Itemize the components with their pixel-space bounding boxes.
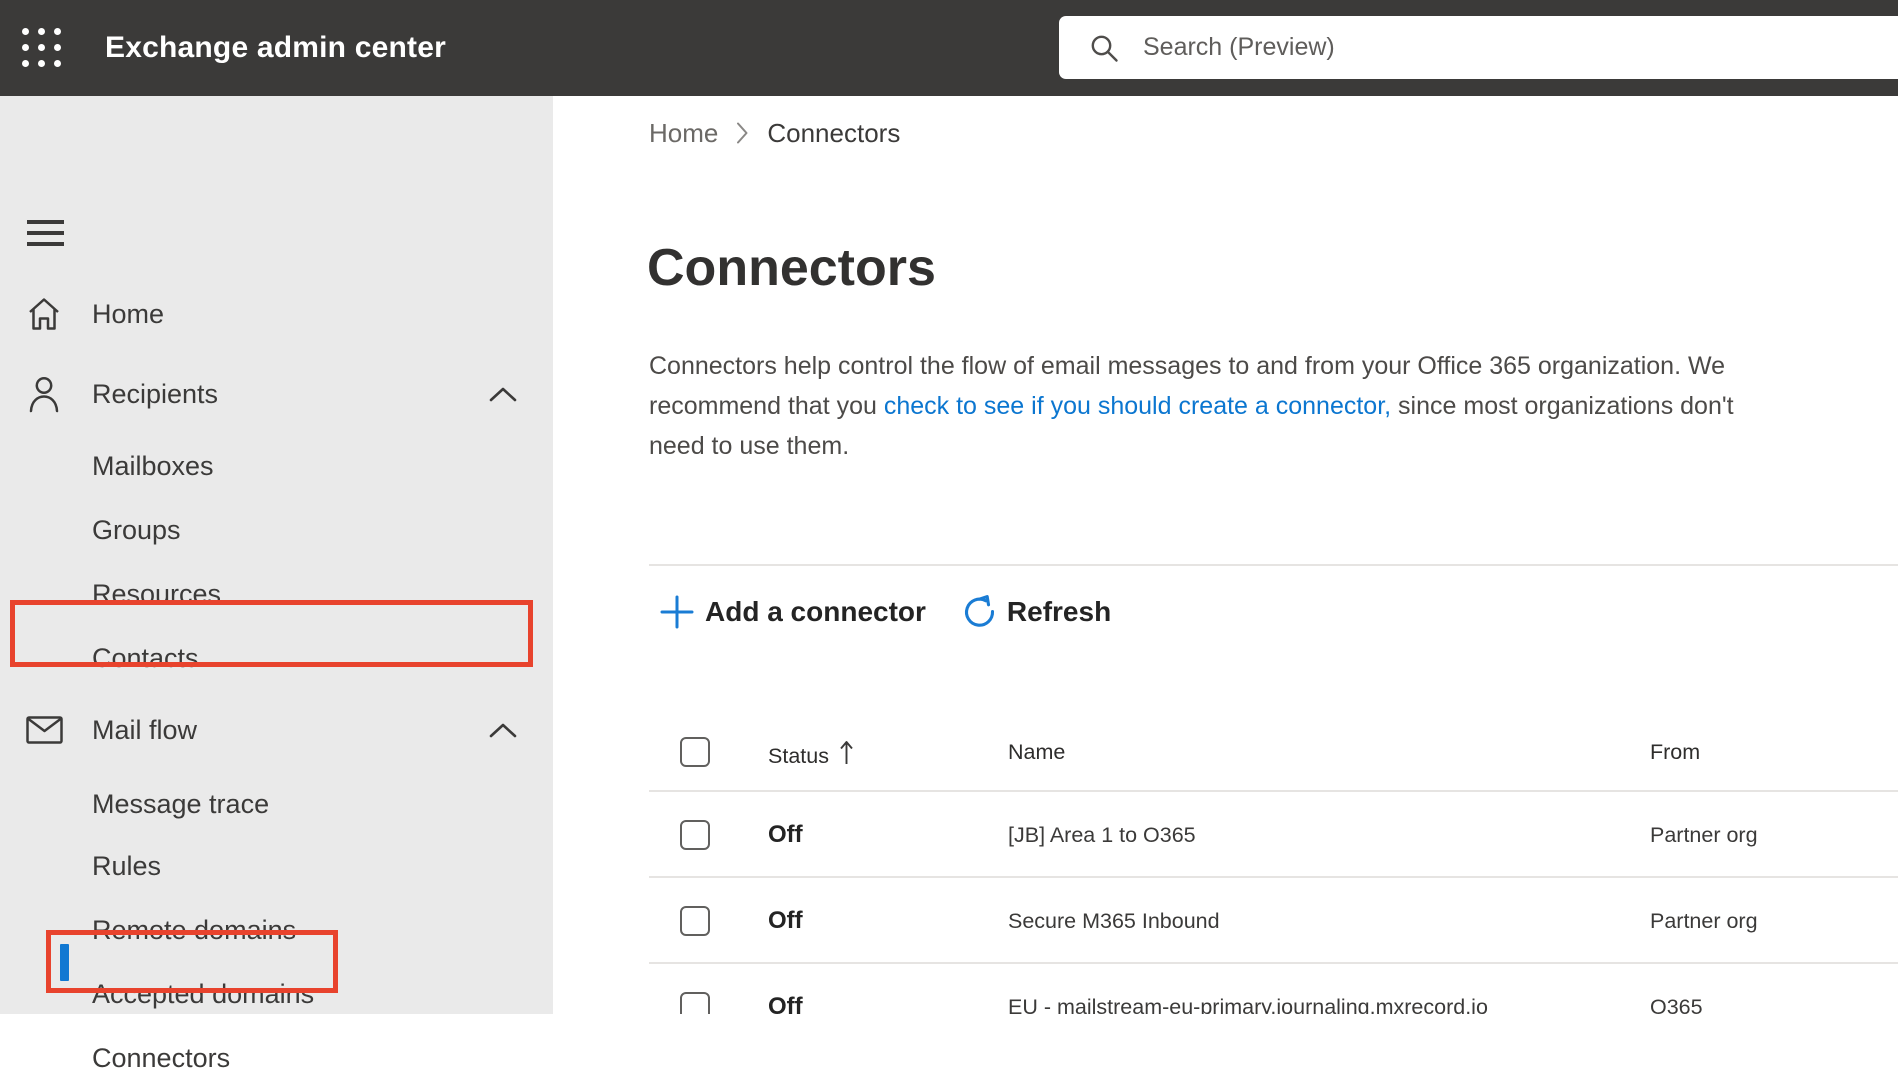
from-cell: Partner org bbox=[1650, 909, 1758, 933]
chevron-up-icon[interactable] bbox=[488, 368, 518, 420]
sidebar-item-label: Remote domains bbox=[92, 914, 297, 945]
sidebar-item-contacts[interactable]: Contacts bbox=[0, 632, 553, 684]
status-cell: Off bbox=[768, 821, 803, 848]
column-header-from[interactable]: From bbox=[1650, 739, 1700, 765]
search-input[interactable]: Search (Preview) bbox=[1059, 16, 1898, 79]
app-launcher-icon[interactable] bbox=[22, 28, 62, 68]
sidebar-item-label: Mail flow bbox=[92, 714, 198, 745]
sidebar-item-rules[interactable]: Rules bbox=[0, 840, 553, 892]
person-icon bbox=[24, 368, 64, 420]
name-cell: [JB] Area 1 to O365 bbox=[1008, 823, 1196, 847]
selected-item-indicator bbox=[60, 944, 69, 981]
description-line: Connectors help control the flow of emai… bbox=[649, 352, 1726, 380]
main-content: Home Connectors Connectors Connectors he… bbox=[553, 96, 1898, 1014]
breadcrumb-current: Connectors bbox=[767, 117, 901, 148]
toolbar-divider bbox=[649, 564, 1898, 566]
breadcrumb-home-link[interactable]: Home bbox=[649, 118, 718, 149]
refresh-button[interactable]: Refresh bbox=[962, 594, 1111, 630]
description-line: recommend that you check to see if you s… bbox=[649, 392, 1734, 420]
column-header-name[interactable]: Name bbox=[1008, 739, 1065, 765]
chevron-up-icon[interactable] bbox=[488, 704, 518, 756]
sidebar-item-label: Resources bbox=[92, 578, 222, 609]
mail-icon bbox=[24, 704, 64, 756]
top-app-bar: Exchange admin center Search (Preview) bbox=[0, 0, 1898, 96]
sidebar-item-label: Rules bbox=[92, 850, 162, 881]
sidebar-item-mailboxes[interactable]: Mailboxes bbox=[0, 440, 553, 492]
sidebar-item-connectors[interactable]: Connectors bbox=[0, 1032, 553, 1084]
sidebar-item-label: Recipients bbox=[92, 378, 219, 409]
add-connector-button[interactable]: Add a connector bbox=[659, 594, 926, 630]
from-cell: O365 bbox=[1650, 995, 1703, 1014]
search-icon bbox=[1089, 33, 1119, 63]
search-placeholder: Search (Preview) bbox=[1143, 33, 1335, 61]
status-cell: Off bbox=[768, 993, 803, 1014]
sidebar-item-label: Accepted domains bbox=[92, 978, 315, 1009]
left-nav: Home Recipients Mailboxes Groups Resourc… bbox=[0, 96, 553, 1073]
sidebar-item-resources[interactable]: Resources bbox=[0, 568, 553, 620]
sidebar-item-message-trace[interactable]: Message trace bbox=[0, 778, 553, 830]
row-checkbox[interactable] bbox=[680, 992, 710, 1014]
sidebar-item-groups[interactable]: Groups bbox=[0, 504, 553, 556]
sidebar-item-label: Contacts bbox=[92, 642, 199, 673]
home-icon bbox=[24, 288, 64, 340]
sidebar-item-label: Connectors bbox=[92, 1042, 231, 1073]
row-divider bbox=[649, 962, 1898, 964]
status-cell: Off bbox=[768, 907, 803, 934]
sidebar-item-home[interactable]: Home bbox=[0, 288, 553, 340]
sidebar-item-label: Home bbox=[92, 298, 165, 329]
description-line: need to use them. bbox=[649, 432, 850, 460]
chevron-right-icon bbox=[736, 121, 749, 145]
sidebar-item-label: Groups bbox=[92, 514, 181, 545]
from-cell: Partner org bbox=[1650, 823, 1758, 847]
select-all-checkbox[interactable] bbox=[680, 737, 710, 767]
sort-ascending-icon bbox=[839, 739, 854, 766]
hamburger-menu-icon[interactable] bbox=[27, 220, 64, 253]
column-header-status[interactable]: Status bbox=[768, 739, 854, 769]
row-checkbox[interactable] bbox=[680, 906, 710, 936]
name-cell: Secure M365 Inbound bbox=[1008, 909, 1220, 933]
sidebar-item-remote-domains[interactable]: Remote domains bbox=[0, 904, 553, 956]
sidebar-item-recipients[interactable]: Recipients bbox=[0, 368, 553, 420]
row-divider bbox=[649, 876, 1898, 878]
page-title: Connectors bbox=[647, 239, 936, 297]
create-connector-check-link[interactable]: check to see if you should create a conn… bbox=[884, 392, 1391, 420]
refresh-icon bbox=[962, 594, 997, 630]
sidebar-item-label: Mailboxes bbox=[92, 450, 214, 481]
name-cell: EU - mailstream-eu-primary.journaling.mx… bbox=[1008, 995, 1488, 1014]
sidebar-item-mail-flow[interactable]: Mail flow bbox=[0, 704, 553, 756]
breadcrumb: Home Connectors bbox=[649, 116, 900, 150]
app-title: Exchange admin center bbox=[105, 31, 446, 64]
command-bar: Add a connector Refresh bbox=[659, 590, 1111, 634]
row-checkbox[interactable] bbox=[680, 820, 710, 850]
sidebar-item-accepted-domains[interactable]: Accepted domains bbox=[0, 968, 553, 1020]
sidebar-item-label: Message trace bbox=[92, 788, 270, 819]
page-description: Connectors help control the flow of emai… bbox=[649, 346, 1734, 466]
row-divider bbox=[649, 790, 1898, 792]
plus-icon bbox=[659, 594, 695, 630]
